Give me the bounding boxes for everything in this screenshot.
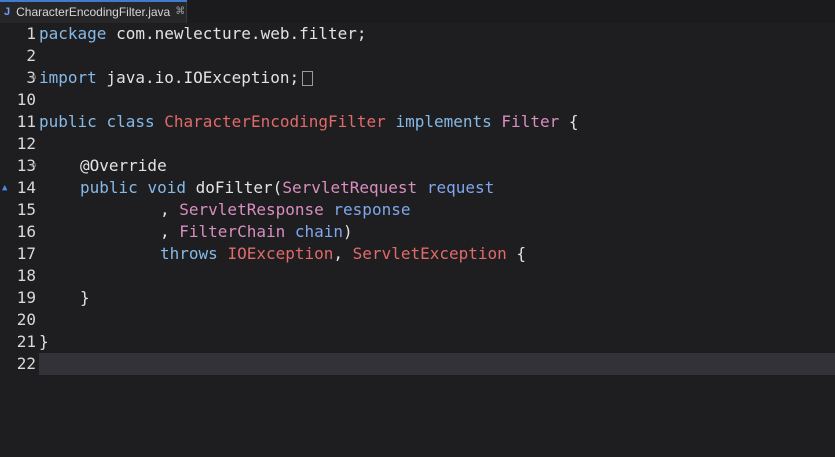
line-number: 11: [16, 112, 36, 131]
keyword: import: [39, 68, 97, 87]
parameter-name: request: [426, 178, 495, 197]
code-line: , ServletResponse response: [160, 199, 410, 221]
code-line: }: [80, 287, 90, 309]
code-text: }: [39, 332, 49, 351]
exception-type: ServletException: [352, 244, 507, 263]
keyword: void: [147, 178, 186, 197]
code-text: {: [559, 112, 579, 131]
method-name: doFilter(: [195, 178, 283, 197]
line-number: 18: [16, 266, 36, 285]
code-line: import java.io.IOException;: [39, 67, 314, 89]
code-line: throws IOException, ServletException {: [160, 243, 526, 265]
line-number: 12: [16, 134, 36, 153]
code-line: @Override: [80, 155, 167, 177]
parameter-name: chain: [294, 222, 344, 241]
type-name: ServletRequest: [282, 178, 418, 197]
code-text: ,: [160, 222, 180, 241]
type-name: ServletResponse: [179, 200, 324, 219]
line-number: 20: [16, 310, 36, 329]
line-number: 19: [16, 288, 36, 307]
collapsed-imports-icon[interactable]: [302, 71, 314, 86]
current-line-highlight: [39, 353, 835, 375]
code-text: java.io.IOException;: [96, 68, 300, 87]
annotation: @Override: [80, 156, 167, 175]
code-line: , FilterChain chain): [160, 221, 353, 243]
code-text: }: [80, 288, 90, 307]
class-name: CharacterEncodingFilter: [164, 112, 386, 131]
java-file-icon: J: [4, 5, 11, 18]
code-text: ,: [160, 200, 180, 219]
tab-title: CharacterEncodingFilter.java: [16, 4, 171, 19]
code-line: package com.newlecture.web.filter;: [39, 23, 367, 45]
code-text: ,: [333, 244, 353, 263]
line-number: 15: [16, 200, 36, 219]
line-number: 2: [26, 46, 36, 65]
line-number: 17: [16, 244, 36, 263]
code-text: {: [506, 244, 527, 263]
code-line: }: [39, 331, 49, 353]
line-number: 21: [16, 332, 36, 351]
parameter-name: response: [333, 200, 411, 219]
keyword: package: [39, 24, 107, 43]
code-line: public void doFilter(ServletRequest requ…: [80, 177, 494, 199]
type-name: FilterChain: [179, 222, 286, 241]
close-icon[interactable]: ⌘: [175, 6, 185, 17]
keyword: implements: [395, 112, 492, 131]
line-number: 14: [16, 178, 36, 197]
code-text: com.newlecture.web.filter;: [106, 24, 367, 43]
line-number: 22: [16, 354, 36, 373]
editor-tab-bar: J CharacterEncodingFilter.java ⌘: [0, 0, 835, 24]
keyword: throws: [160, 244, 218, 263]
line-number: 10: [16, 90, 36, 109]
fold-toggle-icon[interactable]: ⊕: [31, 67, 36, 89]
code-editor[interactable]: 1 2 3 ⊕ 10 11 12 13 ⊖ ▲ 14 15 16 17 18 1…: [0, 23, 835, 457]
interface-name: Filter: [501, 112, 560, 131]
code-line: public class CharacterEncodingFilter imp…: [39, 111, 578, 133]
keyword: public: [39, 112, 97, 131]
exception-type: IOException: [227, 244, 334, 263]
tab-active-indicator: [0, 0, 187, 2]
tab-character-encoding-filter[interactable]: J CharacterEncodingFilter.java ⌘: [0, 0, 187, 23]
keyword: public: [80, 178, 138, 197]
keyword: class: [106, 112, 155, 131]
code-text: ): [343, 222, 353, 241]
line-number: 1: [26, 24, 36, 43]
fold-toggle-icon[interactable]: ⊖: [31, 155, 36, 177]
line-number: 16: [16, 222, 36, 241]
